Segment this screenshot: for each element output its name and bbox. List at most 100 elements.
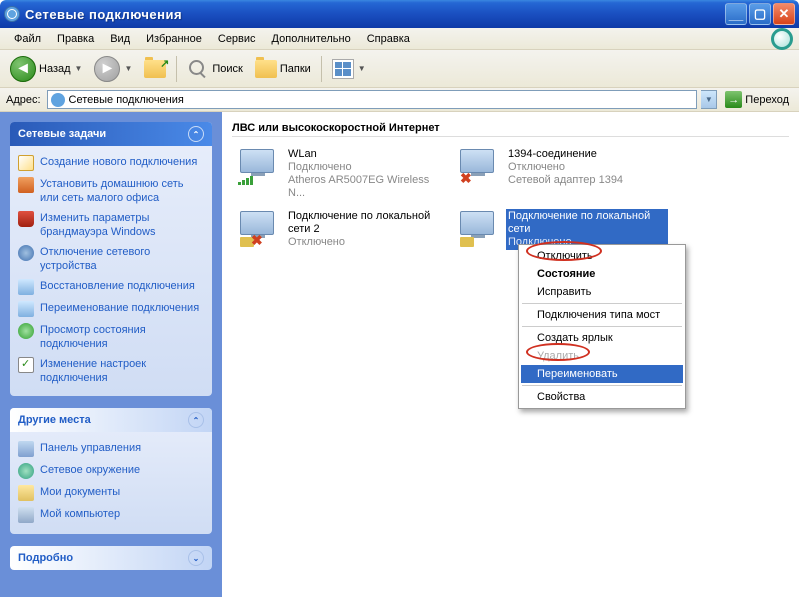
ctx-delete: Удалить bbox=[521, 347, 683, 365]
connection-item-wlan[interactable]: WLan Подключено Atheros AR5007EG Wireles… bbox=[232, 143, 452, 205]
folders-label: Папки bbox=[280, 63, 311, 75]
status-icon bbox=[18, 323, 34, 339]
ctx-bridge[interactable]: Подключения типа мост bbox=[521, 306, 683, 324]
forward-button[interactable]: ► ▼ bbox=[90, 54, 136, 84]
panel-title: Сетевые задачи bbox=[18, 128, 106, 140]
place-network-places[interactable]: Сетевое окружение bbox=[18, 460, 204, 482]
panel-header[interactable]: Сетевые задачи ⌃ bbox=[10, 122, 212, 146]
main-area: Сетевые задачи ⌃ Создание нового подключе… bbox=[0, 112, 799, 597]
address-input[interactable]: Сетевые подключения bbox=[47, 90, 698, 109]
chevron-down-icon: ▼ bbox=[358, 64, 366, 73]
wireless-connection-icon bbox=[236, 147, 280, 187]
settings-icon bbox=[18, 357, 34, 373]
ctx-shortcut[interactable]: Создать ярлык bbox=[521, 329, 683, 347]
window-title: Сетевые подключения bbox=[25, 7, 725, 22]
sidebar: Сетевые задачи ⌃ Создание нового подключе… bbox=[0, 112, 222, 597]
panel-header[interactable]: Подробно ⌄ bbox=[10, 546, 212, 570]
task-firewall[interactable]: Изменить параметры брандмауэра Windows bbox=[18, 208, 204, 242]
disable-icon bbox=[18, 245, 34, 261]
minimize-button[interactable]: __ bbox=[725, 3, 747, 25]
task-repair[interactable]: Восстановление подключения bbox=[18, 276, 204, 298]
menubar: Файл Правка Вид Избранное Сервис Дополни… bbox=[0, 28, 799, 50]
1394-connection-icon: ✖ bbox=[456, 147, 500, 187]
ctx-rename[interactable]: Переименовать bbox=[521, 365, 683, 383]
address-value: Сетевые подключения bbox=[69, 94, 184, 106]
documents-icon bbox=[18, 485, 34, 501]
folders-button[interactable]: Папки bbox=[251, 58, 315, 80]
connection-item-lan2[interactable]: ✖ Подключение по локальной сети 2 Отключ… bbox=[232, 205, 452, 254]
ctx-separator bbox=[522, 303, 682, 304]
maximize-button[interactable]: ▢ bbox=[749, 3, 771, 25]
network-tasks-panel: Сетевые задачи ⌃ Создание нового подключе… bbox=[10, 122, 212, 396]
place-my-computer[interactable]: Мой компьютер bbox=[18, 504, 204, 526]
lan-connection-icon bbox=[456, 209, 500, 249]
repair-icon bbox=[18, 279, 34, 295]
ctx-repair[interactable]: Исправить bbox=[521, 283, 683, 301]
collapse-icon[interactable]: ⌃ bbox=[188, 412, 204, 428]
task-rename[interactable]: Переименование подключения bbox=[18, 298, 204, 320]
ctx-properties[interactable]: Свойства bbox=[521, 388, 683, 406]
details-panel: Подробно ⌄ bbox=[10, 546, 212, 570]
network-icon bbox=[51, 93, 65, 107]
windows-logo-icon bbox=[771, 28, 793, 50]
new-connection-icon bbox=[18, 155, 34, 171]
menu-file[interactable]: Файл bbox=[6, 31, 49, 47]
connection-meta: 1394-соединение Отключено Сетевой адапте… bbox=[506, 147, 625, 188]
other-places-panel: Другие места⌃ Панель управления Сетевое … bbox=[10, 408, 212, 534]
menu-favorites[interactable]: Избранное bbox=[138, 31, 210, 47]
rename-icon bbox=[18, 301, 34, 317]
menu-edit[interactable]: Правка bbox=[49, 31, 102, 47]
views-icon bbox=[332, 59, 354, 79]
menu-tools[interactable]: Сервис bbox=[210, 31, 264, 47]
ctx-disable[interactable]: Отключить bbox=[521, 247, 683, 265]
views-button[interactable]: ▼ bbox=[328, 57, 370, 81]
network-places-icon bbox=[18, 463, 34, 479]
titlebar: Сетевые подключения __ ▢ ✕ bbox=[0, 0, 799, 28]
search-icon bbox=[187, 58, 209, 80]
network-connections-icon bbox=[4, 6, 20, 22]
shield-icon bbox=[18, 211, 34, 227]
computer-icon bbox=[18, 507, 34, 523]
menu-help[interactable]: Справка bbox=[359, 31, 418, 47]
section-heading: ЛВС или высокоскоростной Интернет bbox=[232, 118, 789, 137]
place-control-panel[interactable]: Панель управления bbox=[18, 438, 204, 460]
close-button[interactable]: ✕ bbox=[773, 3, 795, 25]
connection-item-1394[interactable]: ✖ 1394-соединение Отключено Сетевой адап… bbox=[452, 143, 672, 205]
folder-up-icon bbox=[144, 60, 166, 78]
search-label: Поиск bbox=[212, 63, 242, 75]
content-area: ЛВС или высокоскоростной Интернет WLan П… bbox=[222, 112, 799, 597]
task-disable-device[interactable]: Отключение сетевого устройства bbox=[18, 242, 204, 276]
task-change-settings[interactable]: Изменение настроек подключения bbox=[18, 354, 204, 388]
panel-title: Подробно bbox=[18, 552, 73, 564]
task-view-status[interactable]: Просмотр состояния подключения bbox=[18, 320, 204, 354]
panel-header[interactable]: Другие места⌃ bbox=[10, 408, 212, 432]
connection-meta: Подключение по локальной сети 2 Отключен… bbox=[286, 209, 448, 250]
task-setup-network[interactable]: Установить домашнюю сеть или сеть малого… bbox=[18, 174, 204, 208]
place-my-documents[interactable]: Мои документы bbox=[18, 482, 204, 504]
collapse-icon[interactable]: ⌃ bbox=[188, 126, 204, 142]
task-create-connection[interactable]: Создание нового подключения bbox=[18, 152, 204, 174]
go-label: Переход bbox=[745, 94, 789, 106]
menu-advanced[interactable]: Дополнительно bbox=[264, 31, 359, 47]
expand-icon[interactable]: ⌄ bbox=[188, 550, 204, 566]
address-bar: Адрес: Сетевые подключения ▼ →Переход bbox=[0, 88, 799, 112]
connection-meta: WLan Подключено Atheros AR5007EG Wireles… bbox=[286, 147, 448, 201]
go-button[interactable]: →Переход bbox=[721, 91, 793, 108]
search-button[interactable]: Поиск bbox=[183, 56, 246, 82]
ctx-status[interactable]: Состояние bbox=[521, 265, 683, 283]
address-dropdown[interactable]: ▼ bbox=[701, 90, 717, 109]
home-network-icon bbox=[18, 177, 34, 193]
back-arrow-icon: ◄ bbox=[10, 56, 36, 82]
up-button[interactable] bbox=[140, 58, 170, 80]
address-label: Адрес: bbox=[6, 94, 41, 106]
chevron-down-icon: ▼ bbox=[75, 64, 83, 73]
ctx-separator bbox=[522, 326, 682, 327]
back-label: Назад bbox=[39, 63, 71, 75]
lan-connection-icon: ✖ bbox=[236, 209, 280, 249]
panel-body: Панель управления Сетевое окружение Мои … bbox=[10, 432, 212, 534]
menu-view[interactable]: Вид bbox=[102, 31, 138, 47]
toolbar-separator bbox=[176, 56, 177, 82]
panel-body: Создание нового подключения Установить д… bbox=[10, 146, 212, 396]
back-button[interactable]: ◄ Назад ▼ bbox=[6, 54, 86, 84]
forward-arrow-icon: ► bbox=[94, 56, 120, 82]
